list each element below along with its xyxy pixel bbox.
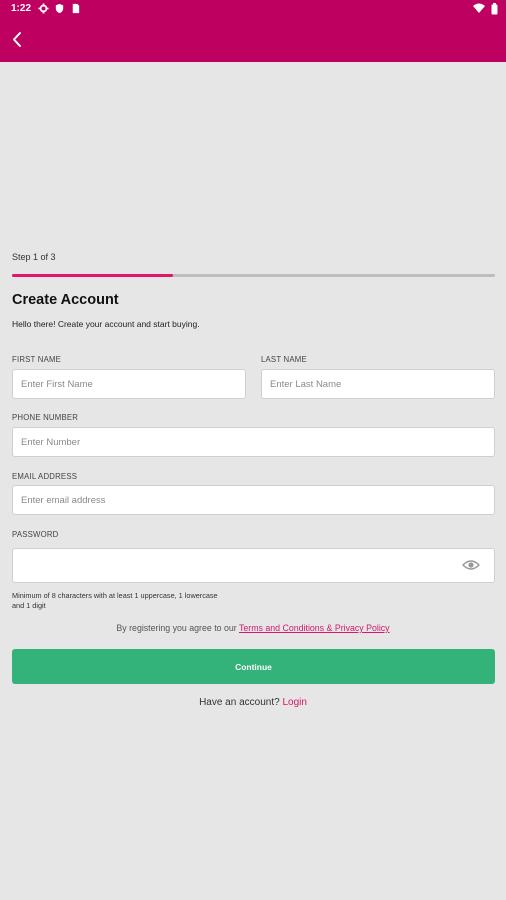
terms-line: By registering you agree to our Terms an… bbox=[0, 623, 506, 633]
progress-fill bbox=[12, 274, 173, 277]
login-link[interactable]: Login bbox=[282, 697, 306, 708]
page-subtitle: Hello there! Create your account and sta… bbox=[12, 319, 200, 329]
gear-icon bbox=[38, 3, 49, 14]
continue-button[interactable]: Continue bbox=[12, 649, 495, 684]
terms-link[interactable]: Terms and Conditions & Privacy Policy bbox=[239, 623, 390, 633]
sim-card-icon bbox=[70, 3, 81, 14]
first-name-input[interactable] bbox=[12, 369, 246, 399]
last-name-input[interactable] bbox=[261, 369, 495, 399]
status-time: 1:22 bbox=[11, 3, 32, 14]
password-hint: Minimum of 8 characters with at least 1 … bbox=[12, 591, 218, 610]
page-title: Create Account bbox=[12, 292, 119, 308]
last-name-label: LAST NAME bbox=[261, 355, 307, 364]
status-bar: 1:22 bbox=[0, 0, 506, 18]
phone-label: PHONE NUMBER bbox=[12, 413, 79, 422]
back-arrow-icon[interactable] bbox=[6, 28, 30, 52]
login-prefix: Have an account? bbox=[199, 697, 280, 708]
password-label: PASSWORD bbox=[12, 530, 59, 539]
password-input[interactable] bbox=[12, 548, 495, 583]
first-name-label: FIRST NAME bbox=[12, 355, 62, 364]
terms-prefix: By registering you agree to our bbox=[116, 623, 237, 633]
email-label: EMAIL ADDRESS bbox=[12, 472, 78, 481]
email-input[interactable] bbox=[12, 485, 495, 515]
shield-icon bbox=[54, 3, 65, 14]
login-line: Have an account? Login bbox=[0, 697, 506, 708]
progress-track bbox=[12, 274, 495, 277]
phone-input[interactable] bbox=[12, 427, 495, 457]
app-bar bbox=[0, 18, 506, 62]
step-label: Step 1 of 3 bbox=[12, 252, 56, 262]
eye-icon[interactable] bbox=[462, 558, 480, 572]
